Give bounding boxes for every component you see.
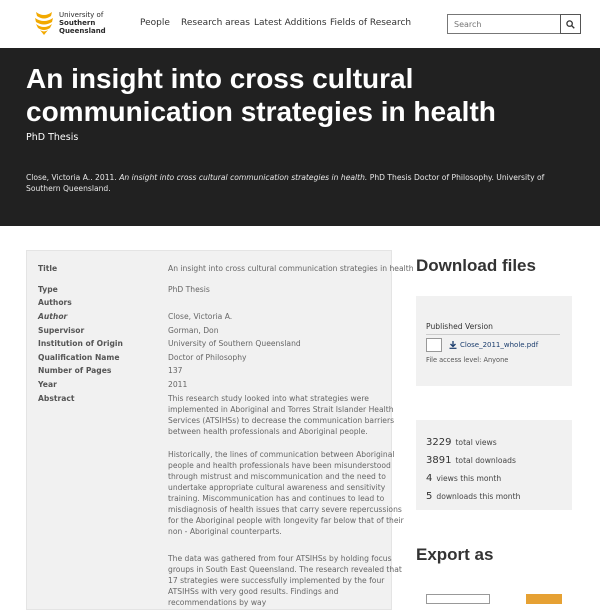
citation-title: An insight into cross cultural communica… — [119, 173, 368, 182]
published-version-label: Published Version — [426, 322, 493, 331]
download-icon — [449, 341, 457, 349]
record-type-subtitle: PhD Thesis — [26, 132, 79, 143]
download-files-heading: Download files — [416, 256, 536, 275]
citation-prefix: Close, Victoria A.. 2011. — [26, 173, 117, 182]
year-value: 2011 — [168, 380, 188, 389]
logo-line-1: University of — [59, 11, 104, 19]
file-name: Close_2011_whole.pdf — [460, 341, 539, 349]
nav-fields-of-research[interactable]: Fields of Research — [330, 18, 411, 28]
stat-label: total downloads — [455, 456, 516, 465]
qualification-value: Doctor of Philosophy — [168, 353, 247, 362]
type-label: Type — [38, 285, 58, 294]
file-download-link[interactable]: Close_2011_whole.pdf — [449, 341, 538, 349]
citation: Close, Victoria A.. 2011. An insight int… — [26, 172, 566, 194]
logo-line-3: Queensland — [59, 27, 106, 35]
title-value: An insight into cross cultural communica… — [168, 264, 414, 273]
stat-downloads-this-month: 5 downloads this month — [426, 484, 520, 503]
file-access-level: File access level: Anyone — [426, 356, 509, 364]
nav-latest-additions[interactable]: Latest Additions — [254, 18, 327, 28]
search-input[interactable] — [447, 14, 560, 34]
top-nav: University of Southern Queensland People… — [0, 0, 600, 48]
stat-total-downloads: 3891 total downloads — [426, 448, 516, 467]
nav-people[interactable]: People — [140, 18, 170, 28]
stat-label: views this month — [436, 474, 502, 483]
usq-logo[interactable]: University of Southern Queensland — [33, 10, 109, 36]
page-title: An insight into cross cultural communica… — [26, 63, 496, 127]
stat-number: 4 — [426, 473, 433, 484]
pages-label: Number of Pages — [38, 366, 112, 375]
qualification-label: Qualification Name — [38, 353, 120, 362]
logo-line-2: Southern — [59, 19, 96, 27]
usq-emblem-icon — [35, 12, 53, 35]
abstract-paragraph-1: This research study looked into what str… — [168, 394, 395, 436]
supervisor-value[interactable]: Gorman, Don — [168, 326, 219, 335]
logo-text: University of Southern Queensland — [59, 11, 109, 35]
search-button[interactable] — [560, 14, 581, 34]
divider — [426, 334, 560, 335]
export-heading: Export as — [416, 545, 494, 564]
year-label: Year — [38, 380, 57, 389]
nav-research-areas[interactable]: Research areas — [181, 18, 250, 28]
supervisor-label: Supervisor — [38, 326, 85, 335]
abstract-label: Abstract — [38, 394, 75, 403]
download-files-box: Published Version Close_2011_whole.pdf F… — [416, 296, 572, 386]
stat-views-this-month: 4 views this month — [426, 466, 501, 485]
stat-number: 3891 — [426, 455, 452, 466]
search-icon — [566, 19, 575, 29]
stat-label: total views — [455, 438, 497, 447]
institution-label: Institution of Origin — [38, 339, 123, 348]
usage-stats-box: 3229 total views 3891 total downloads 4 vie… — [416, 420, 572, 510]
export-button[interactable] — [526, 594, 562, 604]
type-value: PhD Thesis — [168, 285, 210, 294]
stat-number: 3229 — [426, 437, 452, 448]
stat-total-views: 3229 total views — [426, 430, 497, 449]
export-format-select[interactable] — [426, 594, 490, 604]
stat-number: 5 — [426, 491, 433, 502]
author-label: Author — [38, 312, 68, 321]
file-thumbnail[interactable] — [426, 338, 442, 352]
abstract-paragraph-2: Historically, the lines of communication… — [168, 450, 404, 536]
metadata-panel: Title An insight into cross cultural com… — [26, 250, 414, 610]
stat-label: downloads this month — [436, 492, 521, 501]
institution-value: University of Southern Queensland — [168, 339, 301, 348]
pages-value: 137 — [168, 366, 183, 375]
title-label: Title — [38, 264, 58, 273]
authors-label: Authors — [38, 298, 72, 307]
author-value[interactable]: Close, Victoria A. — [168, 312, 232, 321]
